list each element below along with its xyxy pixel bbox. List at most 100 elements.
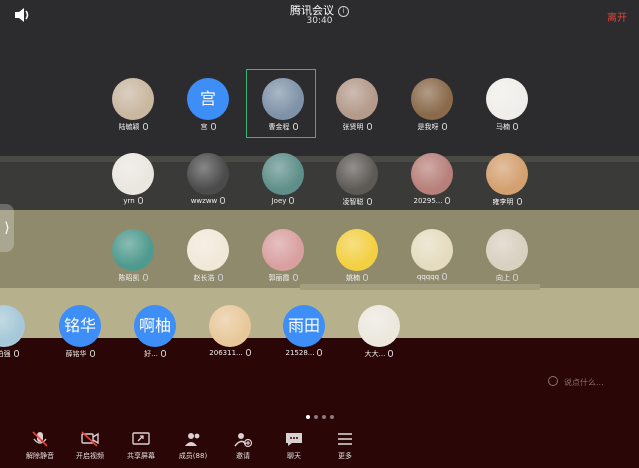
toolbar-button[interactable]: 共享屏幕 [111, 430, 171, 461]
participant-name: Joey [245, 197, 321, 205]
participant-name-text: 张贤明 [342, 123, 364, 131]
participant-tile[interactable]: 宫宫 [170, 78, 246, 132]
mic-icon [142, 123, 148, 130]
participant-name-text: 马楠 [496, 123, 510, 131]
avatar [486, 229, 528, 271]
bottom-toolbar: 解除静音 开启视频 共享屏幕 成员(88) 邀请 聊天 更多 [0, 426, 639, 468]
participant-name: qqqqq [394, 273, 470, 281]
participant-name: 是我呀 [394, 122, 470, 132]
chat-input[interactable]: 说点什么... [548, 376, 604, 388]
participant-tile[interactable]: 姚楠 [319, 229, 395, 283]
participant-name: 赵长浩 [170, 273, 246, 283]
page-dot[interactable] [305, 415, 310, 419]
meeting-timer: 30:40 [306, 16, 333, 26]
participant-name: 向上 [469, 273, 545, 283]
mic-icon [245, 349, 251, 356]
participant-tile[interactable]: 赵长浩 [170, 229, 246, 283]
chat-icon [286, 433, 302, 446]
participant-tile[interactable]: 谢柏强 [0, 305, 42, 359]
participant-name-text: 凌智聪 [342, 198, 364, 206]
participant-tile[interactable]: qqqqq [394, 229, 470, 281]
participant-tile[interactable]: 20295... [394, 153, 470, 205]
participant-name-text: wwzww [190, 197, 218, 205]
avatar: 啊柚 [134, 305, 176, 347]
participant-tile[interactable]: 郭丽霞 [245, 229, 321, 283]
mic-icon [513, 274, 518, 281]
avatar [262, 78, 304, 120]
participant-tile[interactable]: yrn [95, 153, 171, 205]
side-panel-handle[interactable]: ⟩ [0, 204, 14, 252]
participant-name-text: qqqqq [416, 273, 440, 281]
glitch-strip [300, 284, 540, 290]
participant-name: 马楠 [469, 122, 545, 132]
avatar [262, 229, 304, 271]
participant-name: 大大... [341, 349, 417, 359]
participant-tile[interactable]: 206311... [192, 305, 268, 357]
participant-name: 陈昭凯 [95, 273, 171, 283]
participant-name: 凌智聪 [319, 197, 395, 207]
participant-name: 姚楠 [319, 273, 395, 283]
avatar [112, 78, 154, 120]
participant-name-text: 21528... [285, 349, 315, 357]
participant-name-text: 是我呀 [417, 123, 439, 131]
avatar [411, 229, 453, 271]
avatar [336, 78, 378, 120]
participant-tile[interactable]: 是我呀 [394, 78, 470, 132]
mic-icon [13, 350, 19, 357]
participant-tile[interactable]: 凌智聪 [319, 153, 395, 207]
mic-icon [137, 197, 143, 204]
invite-icon [234, 433, 253, 448]
avatar [358, 305, 400, 347]
mic-icon [441, 123, 447, 130]
participant-tile[interactable]: 大大... [341, 305, 417, 359]
participant-name-text: 陆毓颖 [118, 123, 140, 131]
participant-tile[interactable]: Joey [245, 153, 321, 205]
avatar [187, 229, 229, 271]
participant-name-text: 薛铭华 [65, 350, 87, 358]
mic-icon [160, 350, 166, 357]
participant-name-text: 姚楠 [346, 274, 360, 282]
mic-icon [366, 198, 372, 205]
participant-tile[interactable]: 陈昭凯 [95, 229, 171, 283]
avatar: 宫 [187, 78, 229, 120]
page-dot[interactable] [321, 415, 326, 419]
participant-tile[interactable]: 雍李明 [469, 153, 545, 207]
mic-icon [210, 123, 216, 130]
mic-icon [220, 197, 226, 204]
participant-tile[interactable]: 向上 [469, 229, 545, 283]
avatar [411, 78, 453, 120]
page-dot[interactable] [329, 415, 334, 419]
avatar [486, 78, 528, 120]
participant-tile[interactable]: wwzww [170, 153, 246, 205]
toolbar-button[interactable]: 更多 [315, 430, 375, 461]
mic-icon [442, 273, 448, 280]
participant-name-text: 206311... [209, 349, 243, 357]
chat-placeholder: 说点什么... [564, 378, 604, 387]
participant-tile[interactable]: 陆毓颖 [95, 78, 171, 132]
participant-name-text: 雍李明 [492, 198, 514, 206]
page-indicator[interactable] [0, 404, 639, 423]
page-dot[interactable] [313, 415, 318, 419]
participant-tile[interactable]: 雨田 21528... [266, 305, 342, 357]
participant-name-text: yrn [123, 197, 135, 205]
mic-icon [516, 198, 522, 205]
participant-tile[interactable]: 啊柚 好... [117, 305, 193, 359]
participant-name: 206311... [192, 349, 268, 357]
participant-name-text: 宫 [200, 123, 208, 131]
avatar [187, 153, 229, 195]
avatar: 铭华 [59, 305, 101, 347]
avatar [336, 153, 378, 195]
mic-icon [363, 274, 368, 281]
participant-name-text: 向上 [496, 274, 510, 282]
participant-tile[interactable]: 张贤明 [319, 78, 395, 132]
participant-name: 谢柏强 [0, 349, 42, 359]
participant-tile[interactable]: 马楠 [469, 78, 545, 132]
emoji-icon[interactable] [548, 376, 558, 386]
leave-button[interactable]: 离开 [607, 9, 627, 24]
participant-name: 曹金程 [245, 122, 321, 132]
participant-tile[interactable]: 曹金程 [245, 78, 321, 132]
video-off-icon [81, 431, 99, 447]
participant-tile[interactable]: 铭华薛铭华 [42, 305, 118, 359]
participant-name-text: 赵长浩 [193, 274, 215, 282]
share-screen-icon [132, 432, 150, 445]
